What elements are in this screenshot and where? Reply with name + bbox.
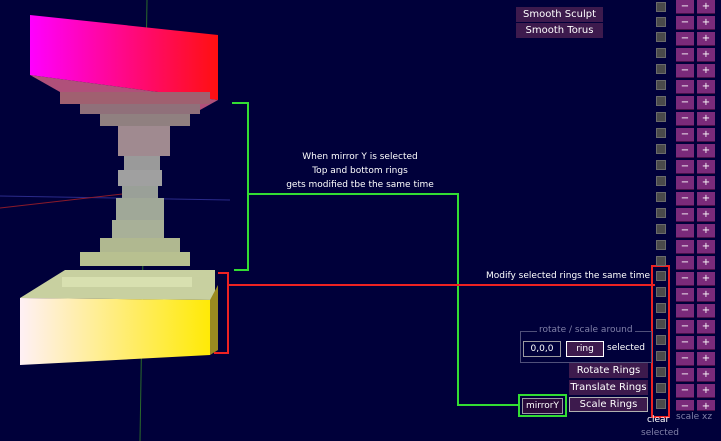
scale-plus-button[interactable]: + xyxy=(697,0,715,14)
clear-button[interactable]: clear xyxy=(647,415,669,425)
scale-minus-button[interactable]: − xyxy=(676,32,694,46)
scale-plus-button[interactable]: + xyxy=(697,128,715,142)
annotation-mirror-1: When mirror Y is selected xyxy=(302,152,418,162)
scale-minus-button[interactable]: − xyxy=(676,384,694,398)
scale-plus-button[interactable]: + xyxy=(697,400,715,412)
scale-minus-button[interactable]: − xyxy=(676,48,694,62)
scale-minus-button[interactable]: − xyxy=(676,272,694,286)
scale-plus-button[interactable]: + xyxy=(697,224,715,238)
selected-caption: selected xyxy=(641,428,679,438)
scale-plus-button[interactable]: + xyxy=(697,176,715,190)
scale-minus-button[interactable]: − xyxy=(676,80,694,94)
ring-checkbox[interactable] xyxy=(656,64,666,74)
ring-checkbox[interactable] xyxy=(656,383,666,393)
scale-rings-button[interactable]: Scale Rings xyxy=(569,397,648,412)
ring-checkbox[interactable] xyxy=(656,144,666,154)
ring-checkbox[interactable] xyxy=(656,303,666,313)
ring-checkbox[interactable] xyxy=(656,240,666,250)
scale-minus-button[interactable]: − xyxy=(676,320,694,334)
annotation-modify-selected: Modify selected rings the same time xyxy=(486,271,651,281)
annotation-mirror-3: gets modified tbe the same time xyxy=(286,180,434,190)
ring-checkbox[interactable] xyxy=(656,319,666,329)
scale-minus-button[interactable]: − xyxy=(676,64,694,78)
scale-minus-button[interactable]: − xyxy=(676,288,694,302)
ring-checkbox[interactable] xyxy=(656,271,666,281)
scale-minus-button[interactable]: − xyxy=(676,96,694,110)
scale-minus-button[interactable]: − xyxy=(676,176,694,190)
ring-checkbox[interactable] xyxy=(656,367,666,377)
scale-minus-button[interactable]: − xyxy=(676,352,694,366)
ring-checkbox[interactable] xyxy=(656,399,666,409)
scale-minus-button[interactable]: − xyxy=(676,160,694,174)
scale-minus-button[interactable]: − xyxy=(676,112,694,126)
selected-pivot-button[interactable]: selected xyxy=(607,343,645,353)
scale-plus-button[interactable]: + xyxy=(697,144,715,158)
scale-minus-button[interactable]: − xyxy=(676,368,694,382)
smooth-sculpt-button[interactable]: Smooth Sculpt xyxy=(516,7,603,22)
mirror-y-toggle[interactable]: mirrorY xyxy=(522,398,563,414)
ring-checkbox[interactable] xyxy=(656,112,666,122)
scale-plus-button[interactable]: + xyxy=(697,112,715,126)
ring-checkbox[interactable] xyxy=(656,287,666,297)
ring-checkbox[interactable] xyxy=(656,2,666,12)
scale-minus-button[interactable]: − xyxy=(676,16,694,30)
rotate-rings-button[interactable]: Rotate Rings xyxy=(569,363,648,378)
scale-plus-button[interactable]: + xyxy=(697,16,715,30)
scale-plus-button[interactable]: + xyxy=(697,96,715,110)
ring-checkbox[interactable] xyxy=(656,224,666,234)
ring-checkbox[interactable] xyxy=(656,335,666,345)
scale-minus-button[interactable]: − xyxy=(676,400,694,412)
ring-checkbox[interactable] xyxy=(656,208,666,218)
scale-plus-button[interactable]: + xyxy=(697,64,715,78)
scale-plus-button[interactable]: + xyxy=(697,320,715,334)
ring-checkbox[interactable] xyxy=(656,192,666,202)
scale-plus-button[interactable]: + xyxy=(697,80,715,94)
scale-minus-button[interactable]: − xyxy=(676,256,694,270)
ring-checkbox[interactable] xyxy=(656,128,666,138)
scale-plus-button[interactable]: + xyxy=(697,32,715,46)
scale-plus-button[interactable]: + xyxy=(697,48,715,62)
rotate-scale-title: rotate / scale around xyxy=(537,325,635,335)
scale-minus-button[interactable]: − xyxy=(676,144,694,158)
scale-minus-button[interactable]: − xyxy=(676,128,694,142)
plus-stepper-column: + + + + + + + + + + + + + + + + + + + + … xyxy=(697,0,715,412)
ring-checkbox[interactable] xyxy=(656,351,666,361)
scale-plus-button[interactable]: + xyxy=(697,160,715,174)
ring-checkbox[interactable] xyxy=(656,17,666,27)
scale-minus-button[interactable]: − xyxy=(676,0,694,14)
ring-pivot-button[interactable]: ring xyxy=(566,341,604,357)
scale-plus-button[interactable]: + xyxy=(697,304,715,318)
scale-plus-button[interactable]: + xyxy=(697,336,715,350)
scale-minus-button[interactable]: − xyxy=(676,304,694,318)
pivot-value-field[interactable]: 0,0,0 xyxy=(523,341,561,357)
annotation-mirror-2: Top and bottom rings xyxy=(312,166,408,176)
scale-plus-button[interactable]: + xyxy=(697,368,715,382)
ring-checkbox[interactable] xyxy=(656,176,666,186)
scale-plus-button[interactable]: + xyxy=(697,384,715,398)
translate-rings-button[interactable]: Translate Rings xyxy=(569,380,648,395)
scale-plus-button[interactable]: + xyxy=(697,288,715,302)
scale-minus-button[interactable]: − xyxy=(676,208,694,222)
ring-checkbox[interactable] xyxy=(656,160,666,170)
ring-checkbox[interactable] xyxy=(656,96,666,106)
scale-plus-button[interactable]: + xyxy=(697,272,715,286)
scale-minus-button[interactable]: − xyxy=(676,224,694,238)
ring-checkbox[interactable] xyxy=(656,80,666,90)
scale-minus-button[interactable]: − xyxy=(676,336,694,350)
ring-checkbox[interactable] xyxy=(656,48,666,58)
ring-checkbox[interactable] xyxy=(656,256,666,266)
smooth-torus-button[interactable]: Smooth Torus xyxy=(516,23,603,38)
scale-plus-button[interactable]: + xyxy=(697,240,715,254)
scale-plus-button[interactable]: + xyxy=(697,208,715,222)
ring-checkbox[interactable] xyxy=(656,32,666,42)
scale-plus-button[interactable]: + xyxy=(697,192,715,206)
scale-minus-button[interactable]: − xyxy=(676,240,694,254)
ring-checkbox-column xyxy=(656,0,668,409)
scale-plus-button[interactable]: + xyxy=(697,256,715,270)
minus-stepper-column: − − − − − − − − − − − − − − − − − − − − … xyxy=(676,0,694,412)
scale-xz-caption: scale xz xyxy=(676,412,713,422)
scale-minus-button[interactable]: − xyxy=(676,192,694,206)
scale-plus-button[interactable]: + xyxy=(697,352,715,366)
